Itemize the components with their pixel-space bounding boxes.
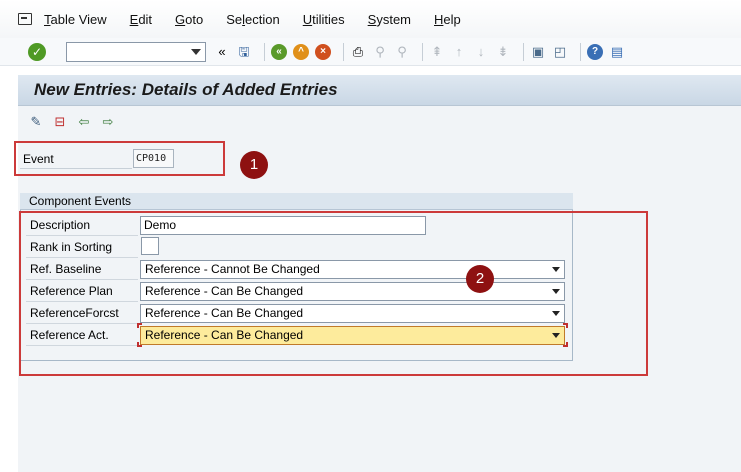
next-entry-icon[interactable]: ⇨ xyxy=(100,114,116,130)
toolbar-separator xyxy=(580,42,581,61)
print-icon[interactable]: ⎙ xyxy=(350,44,366,60)
find-icon[interactable]: ⚲ xyxy=(372,44,388,60)
menu-table-view[interactable]: Table View xyxy=(44,12,107,27)
toolbar-separator xyxy=(264,42,265,61)
step-badge-2: 2 xyxy=(466,265,494,293)
toolbar-separator xyxy=(523,42,524,61)
previous-entry-icon[interactable]: ⇦ xyxy=(76,114,92,130)
customize-layout-icon[interactable]: ▤ xyxy=(609,44,625,60)
highlight-box-1 xyxy=(14,141,225,176)
chevron-down-icon[interactable] xyxy=(191,48,201,55)
command-field[interactable] xyxy=(66,41,206,62)
display-change-icon[interactable]: ✎ xyxy=(28,114,44,130)
cancel-icon[interactable]: × xyxy=(315,43,331,60)
shortcut-icon[interactable]: ◰ xyxy=(552,44,568,60)
previous-page-icon[interactable]: ↑ xyxy=(451,44,467,60)
menu-system[interactable]: System xyxy=(368,12,411,27)
left-margin xyxy=(0,66,18,472)
page-title: New Entries: Details of Added Entries xyxy=(34,80,338,99)
first-page-icon[interactable]: ⇞ xyxy=(429,44,445,60)
menu-goto[interactable]: Goto xyxy=(175,12,203,27)
highlight-box-2 xyxy=(19,211,648,376)
toolbar-separator xyxy=(422,42,423,61)
menu-utilities[interactable]: Utilities xyxy=(303,12,345,27)
back-icon[interactable]: « xyxy=(271,43,287,60)
menu-bar: Table View Edit Goto Selection Utilities… xyxy=(0,0,741,38)
exit-icon[interactable]: ^ xyxy=(293,43,309,60)
save-icon[interactable]: 🖫 xyxy=(236,44,252,60)
create-session-icon[interactable]: ▣ xyxy=(530,44,546,60)
menu-selection[interactable]: Selection xyxy=(226,12,280,27)
group-title: Component Events xyxy=(20,193,573,210)
toolbar-separator xyxy=(343,42,344,61)
menu-help[interactable]: Help xyxy=(434,12,461,27)
delete-entry-icon[interactable]: ⊟ xyxy=(52,114,68,130)
collapse-command-icon[interactable]: « xyxy=(214,44,230,60)
system-menu-icon[interactable] xyxy=(18,13,32,25)
menu-edit[interactable]: Edit xyxy=(130,12,152,27)
help-icon[interactable]: ? xyxy=(587,43,603,60)
find-next-icon[interactable]: ⚲ xyxy=(394,44,410,60)
last-page-icon[interactable]: ⇟ xyxy=(495,44,511,60)
next-page-icon[interactable]: ↓ xyxy=(473,44,489,60)
application-toolbar: ✎ ⊟ ⇦ ⇨ xyxy=(18,107,741,137)
title-bar: New Entries: Details of Added Entries xyxy=(18,75,741,106)
enter-check-icon[interactable]: ✓ xyxy=(28,42,46,61)
step-badge-1: 1 xyxy=(240,151,268,179)
standard-toolbar: ✓ « 🖫 « ^ × ⎙ ⚲ ⚲ ⇞ ↑ ↓ ⇟ ▣ ◰ ? ▤ xyxy=(0,38,741,66)
